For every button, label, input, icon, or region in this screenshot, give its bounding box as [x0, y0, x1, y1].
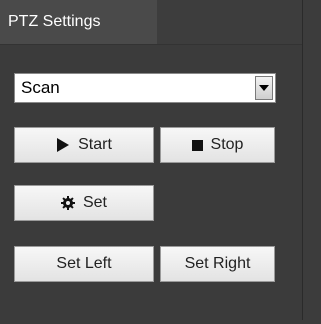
chevron-down-icon	[259, 85, 269, 91]
start-button[interactable]: Start	[14, 127, 154, 163]
set-button-label: Set	[82, 194, 107, 211]
gear-icon	[60, 196, 75, 210]
stop-button-label: Stop	[210, 136, 244, 153]
set-button[interactable]: Set	[14, 185, 154, 221]
set-right-button[interactable]: Set Right	[160, 246, 275, 282]
stop-square-icon	[191, 139, 203, 151]
set-left-button[interactable]: Set Left	[14, 246, 154, 282]
start-button-label: Start	[78, 136, 112, 153]
ptz-mode-select-value: Scan	[21, 78, 60, 97]
panel-header-bar	[157, 0, 302, 44]
dropdown-arrow-button[interactable]	[255, 76, 273, 100]
panel-title: PTZ Settings	[0, 0, 157, 44]
ptz-mode-select[interactable]: Scan	[14, 73, 276, 103]
set-left-button-label: Set Left	[56, 255, 112, 272]
set-right-button-label: Set Right	[184, 255, 251, 272]
play-icon	[56, 138, 70, 152]
ptz-settings-panel: PTZ Settings Scan Start Stop Set Set Lef…	[0, 0, 303, 320]
stop-button[interactable]: Stop	[160, 127, 275, 163]
header-divider	[0, 44, 302, 45]
